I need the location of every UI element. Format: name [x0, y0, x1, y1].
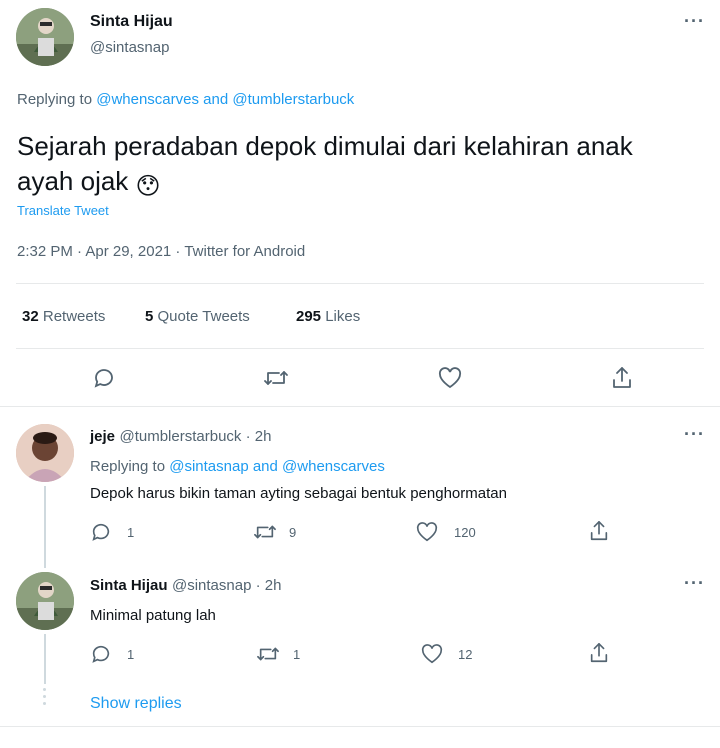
replying-to-line: Replying to @sintasnap and @whenscarves [90, 458, 385, 475]
main-author-avatar[interactable] [16, 8, 74, 66]
reply-author-handle[interactable]: @tumblerstarbuck · 2h [119, 428, 271, 445]
divider [0, 726, 720, 727]
reply-header: Sinta Hijau @sintasnap · 2h [90, 577, 281, 595]
retweets-stat[interactable]: 32 Retweets [22, 308, 105, 325]
replying-user-link[interactable]: @whenscarves [96, 91, 199, 108]
share-icon[interactable] [610, 365, 634, 391]
retweets-count: 32 [22, 308, 39, 325]
likes-stat[interactable]: 295 Likes [296, 308, 360, 325]
replying-and: and [252, 458, 278, 475]
like-count: 12 [458, 647, 473, 662]
heart-icon[interactable] [437, 366, 463, 390]
retweet-icon[interactable] [252, 521, 278, 543]
share-icon[interactable] [588, 519, 610, 543]
main-author-name[interactable]: Sinta Hijau [90, 13, 173, 31]
reply-count: 1 [127, 647, 135, 662]
reply-text: Depok harus bikin taman ayting sebagai b… [90, 485, 507, 502]
replying-to-line: Replying to @whenscarves and @tumblersta… [17, 91, 354, 108]
reply-header: jeje @tumblerstarbuck · 2h [90, 428, 271, 446]
reply-icon[interactable] [90, 521, 112, 543]
replying-user-link[interactable]: @tumblerstarbuck [232, 91, 354, 108]
thread-line [44, 486, 46, 568]
reply-text: Minimal patung lah [90, 607, 216, 624]
more-icon[interactable]: ··· [684, 11, 705, 32]
likes-count: 295 [296, 308, 322, 325]
reply-icon[interactable] [92, 366, 116, 390]
replying-prefix: Replying to [17, 91, 93, 108]
reply-author-name[interactable]: jeje [90, 428, 115, 445]
replying-user-link[interactable]: @sintasnap [169, 458, 248, 475]
quote-tweets-stat[interactable]: 5 Quote Tweets [145, 308, 250, 325]
tweet-timestamp[interactable]: 2:32 PM · Apr 29, 2021 · Twitter for And… [17, 243, 305, 260]
reply-author-name[interactable]: Sinta Hijau [90, 577, 168, 594]
retweet-count: 1 [293, 647, 301, 662]
retweet-icon[interactable] [255, 643, 281, 665]
retweet-count: 9 [289, 525, 297, 540]
reply-author-handle[interactable]: @sintasnap · 2h [172, 577, 281, 594]
quotes-count: 5 [145, 308, 154, 325]
reply-count: 1 [127, 525, 135, 540]
thread-line [44, 634, 46, 684]
hushed-face-emoji-icon: 😯 [135, 173, 161, 200]
share-icon[interactable] [588, 641, 610, 665]
tweet-text-line: ayah ojak [17, 166, 129, 196]
retweet-icon[interactable] [262, 366, 290, 390]
show-replies-link[interactable]: Show replies [90, 695, 182, 713]
tweet-text: Sejarah peradaban depok dimulai dari kel… [17, 129, 697, 204]
more-icon[interactable]: ··· [684, 424, 705, 445]
quotes-label: Quote Tweets [157, 308, 250, 325]
replying-and: and [203, 91, 229, 108]
tweet-text-line: Sejarah peradaban depok dimulai dari kel… [17, 131, 633, 161]
likes-label: Likes [325, 308, 361, 325]
reply-author-avatar[interactable] [16, 572, 74, 630]
reply-author-avatar[interactable] [16, 424, 74, 482]
main-author-handle[interactable]: @sintasnap [90, 39, 169, 56]
like-count: 120 [454, 525, 476, 540]
heart-icon[interactable] [420, 643, 444, 665]
replying-prefix: Replying to [90, 458, 166, 475]
thread-dots [43, 688, 47, 705]
reply-icon[interactable] [90, 643, 112, 665]
divider [16, 283, 704, 284]
translate-tweet-link[interactable]: Translate Tweet [17, 203, 109, 218]
divider [0, 406, 720, 407]
divider [16, 348, 704, 349]
replying-user-link[interactable]: @whenscarves [282, 458, 385, 475]
more-icon[interactable]: ··· [684, 573, 705, 594]
heart-icon[interactable] [415, 521, 439, 543]
tweet-text-line-2: ayah ojak 😯 [17, 164, 697, 204]
retweets-label: Retweets [42, 308, 106, 325]
